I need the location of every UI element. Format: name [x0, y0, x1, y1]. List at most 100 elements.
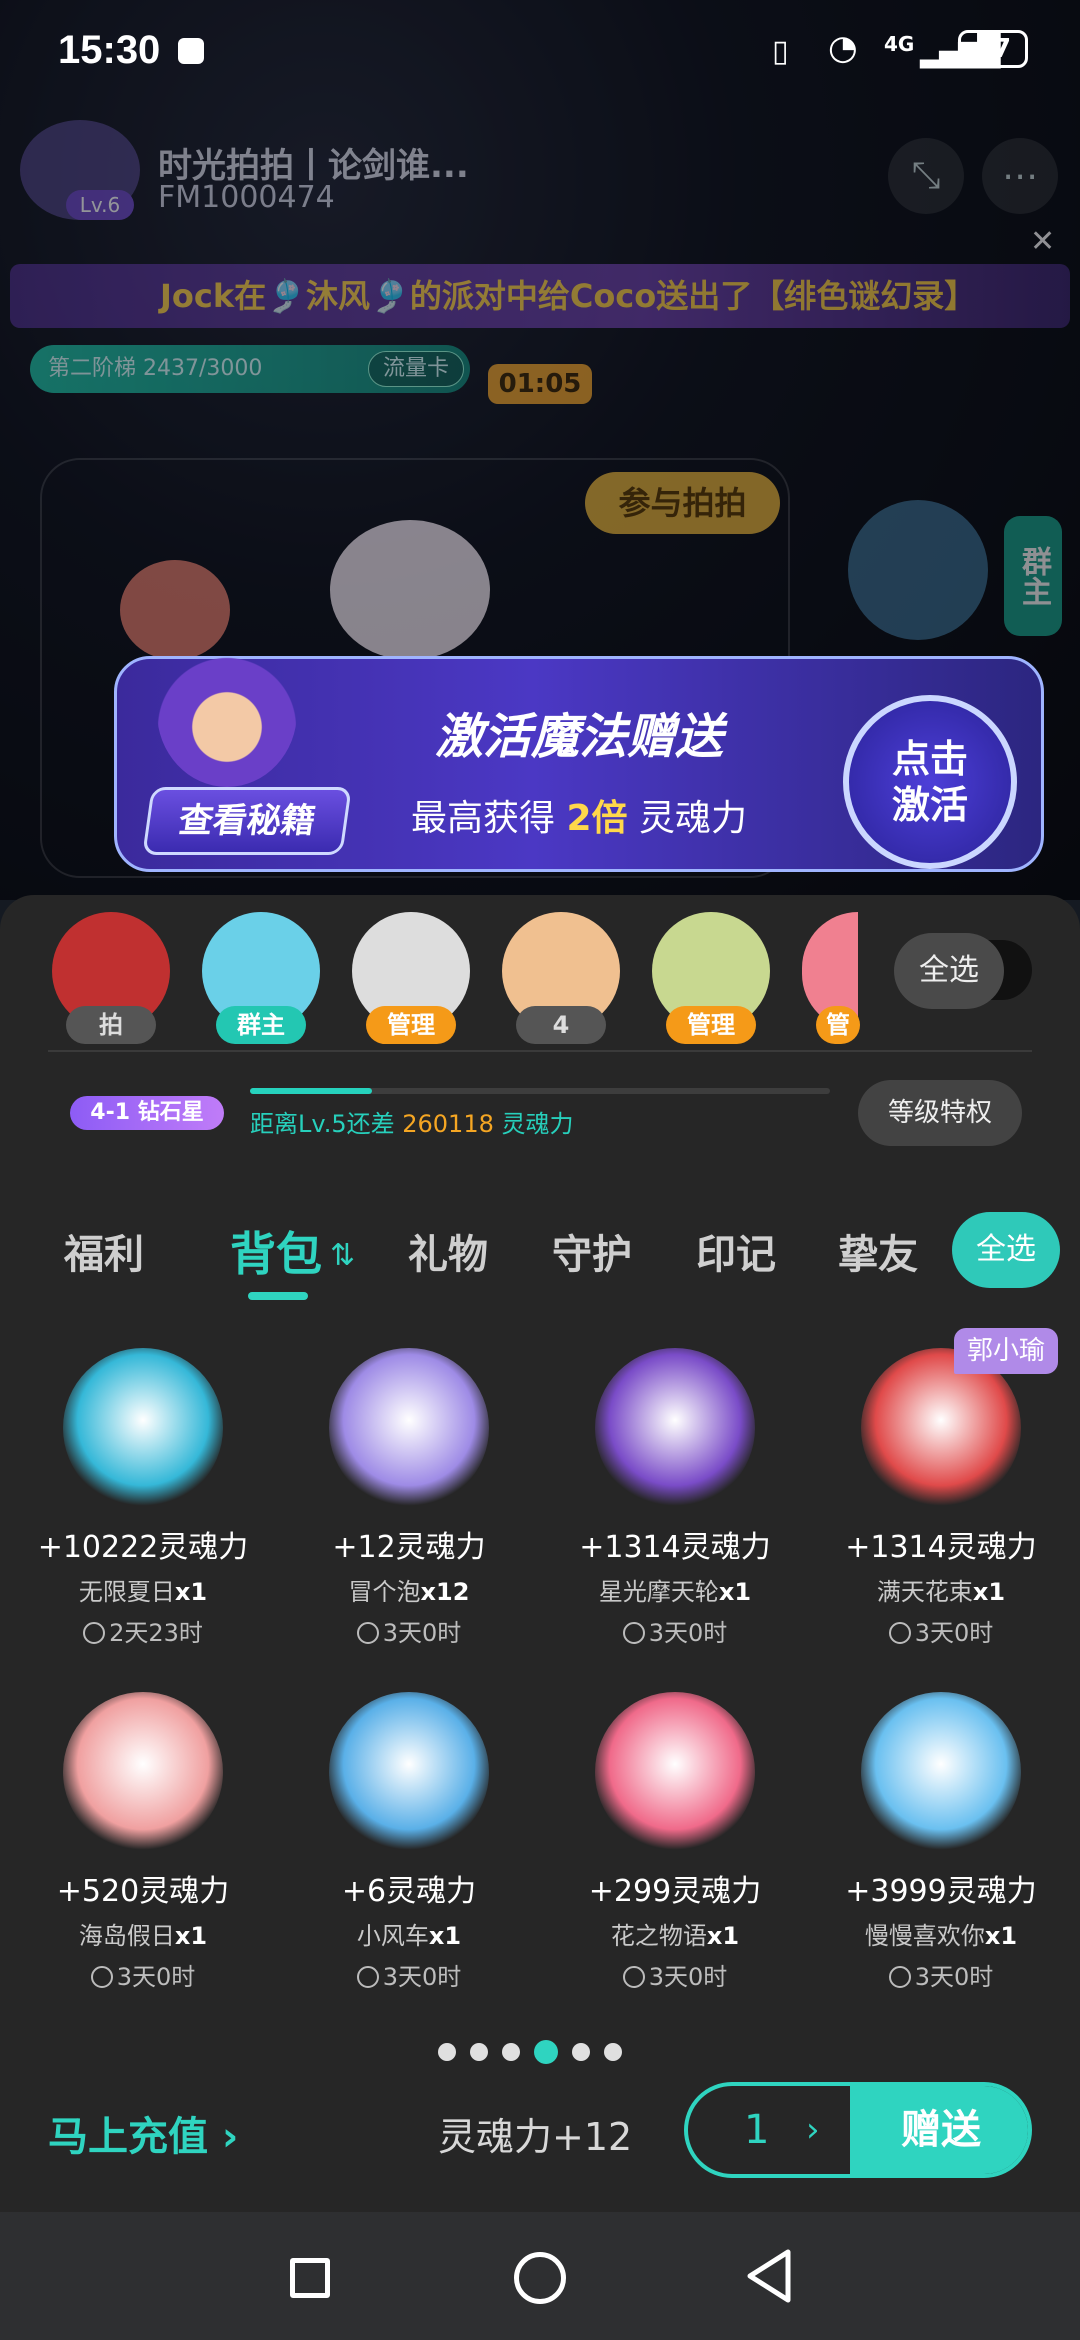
gift-item[interactable]: +1314灵魂力 满天花束x1 3天0时	[816, 1348, 1066, 1648]
close-icon[interactable]: ✕	[1030, 224, 1055, 259]
mic-user-avatar[interactable]: 管理	[652, 912, 770, 1044]
gift-count: x1	[984, 1922, 1018, 1950]
clock-icon	[888, 1966, 911, 1988]
gift-count: x1	[174, 1922, 208, 1950]
view-secret-button[interactable]: 查看秘籍	[142, 787, 352, 855]
quantity-selector[interactable]: 1 ›	[688, 2086, 854, 2174]
gift-name-text: 满天花束	[876, 1578, 973, 1606]
witch-illustration	[157, 637, 297, 787]
active-tab-indicator	[248, 1292, 308, 1300]
tab-welfare[interactable]: 福利	[64, 1222, 144, 1280]
minimize-icon[interactable]: ⤡	[888, 138, 964, 214]
side-group-tag[interactable]: 群主	[1004, 516, 1062, 636]
tab-backpack[interactable]: 背包	[230, 1218, 322, 1284]
level-progress-text: 距离Lv.5还差 260118 灵魂力	[250, 1104, 574, 1139]
battery-indicator: 67	[958, 30, 1028, 68]
activate-button[interactable]: 点击 激活	[843, 695, 1017, 869]
mic-muted-tag: 拍	[66, 1006, 156, 1044]
level-privilege-button[interactable]: 等级特权	[858, 1080, 1022, 1146]
gift-expiry-text: 3天0时	[914, 1963, 994, 1991]
tab-mark[interactable]: 印记	[696, 1222, 776, 1280]
tier-progress[interactable]: 第二阶梯 2437/3000 流量卡	[30, 345, 470, 393]
level-badge: 4-1 钻石星	[70, 1096, 224, 1130]
activate-line1: 点击	[891, 737, 968, 781]
pagination-dot[interactable]	[470, 2043, 488, 2061]
gift-broadcast-banner[interactable]: Jock在🎐沐风🎐的派对中给Coco送出了【绯色谜幻录】	[10, 264, 1070, 328]
send-button[interactable]: 赠送	[850, 2086, 1028, 2174]
pagination-dot[interactable]	[534, 2040, 558, 2064]
gift-expiry-text: 3天0时	[116, 1963, 196, 1991]
vibrate-icon: ▯	[772, 34, 789, 69]
promo-subtitle-suffix: 灵魂力	[627, 798, 747, 839]
gift-name-text: 慢慢喜欢你	[864, 1922, 985, 1950]
back-icon[interactable]	[744, 2248, 794, 2304]
level-progress-suffix: 灵魂力	[493, 1110, 574, 1138]
traffic-card-button[interactable]: 流量卡	[367, 351, 464, 387]
gift-item[interactable]: +299灵魂力 花之物语x1 3天0时	[550, 1692, 800, 1992]
gift-item[interactable]: +10222灵魂力 无限夏日x1 2天23时	[18, 1348, 268, 1648]
clock-icon	[622, 1622, 645, 1644]
gift-image	[63, 1348, 223, 1508]
gift-name-text: 无限夏日	[78, 1578, 175, 1606]
gift-item[interactable]: +12灵魂力 冒个泡x12 3天0时	[284, 1348, 534, 1648]
gift-name: 海岛假日x1	[18, 1916, 268, 1951]
gift-soul-value: +12灵魂力	[332, 1530, 486, 1565]
level-progress-fill	[250, 1088, 372, 1094]
gift-expiry-text: 3天0时	[382, 1619, 462, 1647]
gift-expiry: 3天0时	[816, 1613, 1066, 1648]
gift-image	[861, 1692, 1021, 1852]
select-all-users-button[interactable]: 全选	[894, 933, 1004, 1009]
select-all-button[interactable]: 全选	[952, 1212, 1060, 1288]
clock-icon	[888, 1622, 911, 1644]
tab-guard[interactable]: 守护	[552, 1222, 632, 1280]
gift-expiry: 3天0时	[550, 1957, 800, 1992]
mic-user-avatar[interactable]: 4	[502, 912, 620, 1044]
status-time: 15:30	[58, 28, 161, 72]
gift-item[interactable]: +6灵魂力 小风车x1 3天0时	[284, 1692, 534, 1992]
stage-avatar[interactable]	[330, 520, 490, 660]
pagination-dot[interactable]	[604, 2043, 622, 2061]
clock-icon	[90, 1966, 113, 1988]
gift-item[interactable]: +1314灵魂力 星光摩天轮x1 3天0时	[550, 1348, 800, 1648]
promo-title: 激活魔法赠送	[435, 709, 724, 765]
level-progress-prefix: 距离Lv.5还差	[250, 1110, 403, 1138]
mic-user-avatar[interactable]: 管理	[352, 912, 470, 1044]
gift-count: x1	[972, 1578, 1006, 1606]
gift-name: 慢慢喜欢你x1	[816, 1916, 1066, 1951]
gift-name-text: 花之物语	[610, 1922, 707, 1950]
pagination-dots	[438, 2040, 622, 2064]
mic-user-avatar[interactable]: 群主	[202, 912, 320, 1044]
more-icon[interactable]: ⋯	[982, 138, 1058, 214]
event-icon[interactable]	[848, 500, 988, 640]
gift-name: 星光摩天轮x1	[550, 1572, 800, 1607]
gift-expiry: 3天0时	[550, 1613, 800, 1648]
gift-expiry-text: 3天0时	[648, 1619, 728, 1647]
pagination-dot[interactable]	[572, 2043, 590, 2061]
home-icon[interactable]	[514, 2252, 566, 2304]
countdown-timer: 01:05	[488, 364, 592, 404]
mic-user-avatar[interactable]: 拍	[52, 912, 170, 1044]
clock-icon	[83, 1622, 106, 1644]
join-auction-button[interactable]: 参与拍拍	[585, 472, 780, 534]
gift-name-text: 海岛假日	[78, 1922, 175, 1950]
recents-icon[interactable]	[290, 2258, 330, 2298]
admin-tag: 管理	[666, 1006, 756, 1044]
app-store-icon	[178, 38, 204, 64]
gift-name-text: 星光摩天轮	[598, 1578, 719, 1606]
navigation-bar	[0, 2212, 1080, 2340]
gift-item[interactable]: +520灵魂力 海岛假日x1 3天0时	[18, 1692, 268, 1992]
pagination-dot[interactable]	[502, 2043, 520, 2061]
status-bar: 15:30 ▯ ◔ 4G ▂▄▆█ 67	[0, 0, 1080, 105]
tab-gifts[interactable]: 礼物	[408, 1222, 488, 1280]
gift-item[interactable]: +3999灵魂力 慢慢喜欢你x1 3天0时	[816, 1692, 1066, 1992]
sort-icon[interactable]: ⇅	[330, 1238, 355, 1273]
activate-line2: 激活	[891, 783, 968, 827]
pagination-dot[interactable]	[438, 2043, 456, 2061]
gift-image	[329, 1348, 489, 1508]
promo-banner[interactable]: 查看秘籍 激活魔法赠送 最高获得 2倍 灵魂力 点击 激活	[114, 637, 1044, 872]
network-label: 4G	[884, 32, 915, 56]
gift-expiry-text: 3天0时	[382, 1963, 462, 1991]
tab-close-friend[interactable]: 挚友	[838, 1222, 918, 1280]
recharge-link[interactable]: 马上充值 ›	[48, 2104, 238, 2162]
clock-icon	[622, 1966, 645, 1988]
